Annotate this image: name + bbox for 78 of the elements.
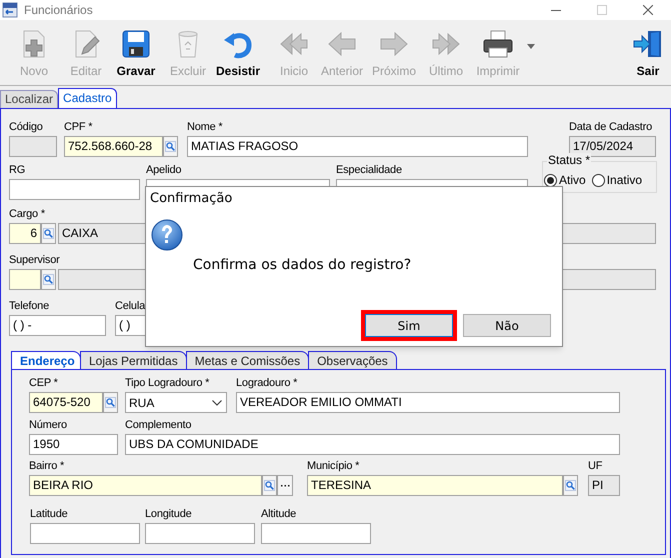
field-label: RG	[9, 163, 26, 177]
search-button[interactable]	[262, 475, 277, 496]
input-field[interactable]	[9, 269, 41, 290]
field-label: Código	[9, 120, 43, 134]
dialog-title: Confirmação	[150, 191, 234, 207]
search-button[interactable]	[41, 223, 56, 244]
field-label: Data de Cadastro	[569, 120, 652, 134]
field-label: Tipo Logradouro *	[125, 376, 210, 390]
toolbar-button[interactable]: Gravar	[110, 28, 162, 78]
field-label: Longitude	[145, 507, 192, 521]
field-label: Número	[29, 418, 67, 432]
tab[interactable]: Metas e Comissões	[186, 351, 310, 369]
field-label: Logradouro *	[236, 376, 298, 390]
field-label: Telefone	[9, 299, 49, 313]
printer-icon	[482, 28, 514, 60]
input-field[interactable]: 64075-520	[29, 392, 103, 413]
app-icon	[2, 2, 18, 18]
input-field[interactable]: PI	[588, 475, 620, 496]
field-label: Especialidade	[336, 163, 402, 177]
input-field[interactable]: 752.568.660-28	[64, 136, 163, 157]
field-label: Celula	[115, 299, 145, 313]
field-label: Complemento	[125, 418, 192, 432]
input-field[interactable]	[30, 523, 140, 544]
combo-box[interactable]: RUA	[125, 392, 227, 413]
search-button[interactable]	[563, 475, 578, 496]
field-label: Altitude	[261, 507, 296, 521]
input-field[interactable]	[9, 136, 57, 157]
input-field[interactable]: ( ) -	[9, 315, 106, 336]
input-field[interactable]	[145, 523, 255, 544]
input-field[interactable]: 6	[9, 223, 41, 244]
field-label: CPF *	[64, 120, 92, 134]
input-field[interactable]: UBS DA COMUNIDADE	[125, 434, 620, 455]
search-icon	[43, 274, 54, 285]
question-icon	[151, 219, 183, 251]
field-label: Município *	[307, 459, 360, 473]
tab[interactable]: Endereço	[11, 351, 81, 369]
radio-option[interactable]: Inativo	[592, 171, 642, 189]
search-icon	[105, 397, 116, 408]
field-label: Cargo *	[9, 207, 45, 221]
caret-icon	[527, 44, 535, 48]
input-field[interactable]: 1950	[29, 434, 118, 455]
tab[interactable]: Observações	[308, 351, 397, 369]
dialog-button[interactable]: Não	[463, 314, 551, 337]
door-arrow-icon	[632, 28, 664, 60]
window-title: Funcionários	[24, 2, 93, 19]
search-icon	[565, 480, 576, 491]
search-button[interactable]	[41, 269, 56, 290]
field-label: Latitude	[30, 507, 68, 521]
input-field[interactable]: MATIAS FRAGOSO	[187, 136, 528, 157]
search-button[interactable]	[163, 136, 178, 157]
input-field[interactable]: 17/05/2024	[569, 136, 656, 157]
input-field[interactable]: VEREADOR EMILIO OMMATI	[236, 392, 620, 413]
toolbar-button[interactable]: Sair	[622, 28, 671, 78]
tab[interactable]: Lojas Permitidas	[80, 351, 187, 369]
close-icon	[643, 5, 653, 15]
dialog-message: Confirma os dados do registro?	[193, 256, 412, 275]
more-button[interactable]	[277, 475, 293, 496]
search-icon	[43, 228, 54, 239]
tab[interactable]: Cadastro	[58, 88, 117, 108]
input-field[interactable]: BEIRA RIO	[29, 475, 262, 496]
input-field[interactable]	[9, 179, 140, 200]
search-icon	[165, 141, 176, 152]
group-label: Status *	[547, 153, 592, 167]
field-label: Apelido	[146, 163, 182, 177]
field-label: UF	[588, 459, 602, 473]
search-button[interactable]	[103, 392, 118, 413]
maximize-icon	[597, 5, 607, 15]
field-label: Supervisor	[9, 253, 60, 267]
search-icon	[264, 480, 275, 491]
input-field[interactable]	[261, 523, 371, 544]
input-field[interactable]: TERESINA	[307, 475, 563, 496]
dialog-button[interactable]: Sim	[365, 314, 453, 337]
field-label: Bairro *	[29, 459, 64, 473]
tab[interactable]: Localizar	[0, 90, 58, 108]
field-label: Nome *	[187, 120, 222, 134]
field-label: CEP *	[29, 376, 58, 390]
toolbar-button[interactable]: Desistir	[212, 28, 264, 78]
ellipsis-icon	[280, 484, 290, 487]
